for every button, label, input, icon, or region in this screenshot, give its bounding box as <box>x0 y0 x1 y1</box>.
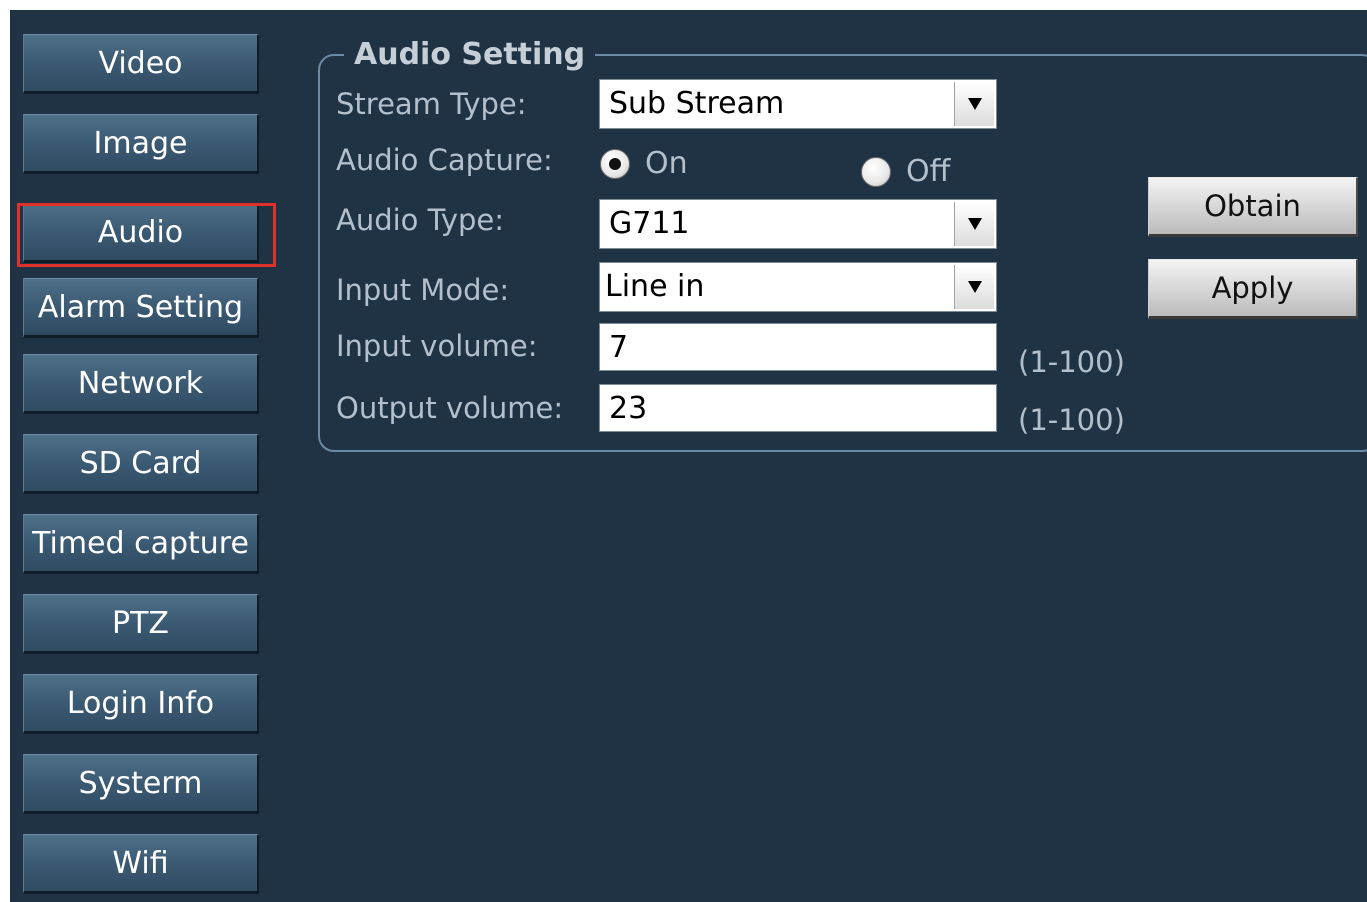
output-volume-label: Output volume: <box>336 391 564 425</box>
sidebar-item-label: Image <box>93 125 188 161</box>
triangle-down-icon[interactable] <box>954 202 994 246</box>
audio-capture-on-label: On <box>645 146 688 181</box>
stream-type-value: Sub Stream <box>609 86 785 121</box>
sidebar-item-login-info[interactable]: Login Info <box>23 674 259 734</box>
input-volume-field[interactable] <box>599 323 997 371</box>
sidebar-item-ptz[interactable]: PTZ <box>23 594 259 654</box>
sidebar-item-timed-capture[interactable]: Timed capture <box>23 514 259 574</box>
triangle-down-icon[interactable] <box>954 265 994 309</box>
audio-capture-off-radio[interactable]: Off <box>861 154 950 190</box>
output-volume-range: (1-100) <box>1018 403 1125 437</box>
sidebar-item-video[interactable]: Video <box>23 34 259 94</box>
audio-type-label: Audio Type: <box>336 203 505 237</box>
sidebar-item-audio[interactable]: Audio <box>23 203 259 263</box>
sidebar-item-label: Audio <box>97 214 184 250</box>
audio-capture-on-radio[interactable]: On <box>600 146 688 182</box>
sidebar-item-label: Video <box>98 45 183 81</box>
sidebar-item-label: Systerm <box>78 765 203 801</box>
sidebar-item-systerm[interactable]: Systerm <box>23 754 259 814</box>
sidebar-item-image[interactable]: Image <box>23 114 259 174</box>
input-volume-range: (1-100) <box>1018 345 1125 379</box>
input-mode-label: Input Mode: <box>336 273 510 307</box>
sidebar-item-sd-card[interactable]: SD Card <box>23 434 259 494</box>
input-mode-select[interactable]: Line in <box>599 262 997 312</box>
input-volume-label: Input volume: <box>336 329 538 363</box>
sidebar-item-label: Timed capture <box>32 525 249 561</box>
stream-type-select[interactable]: Sub Stream <box>599 79 997 129</box>
obtain-button[interactable]: Obtain <box>1148 177 1358 237</box>
sidebar-item-network[interactable]: Network <box>23 354 259 414</box>
audio-capture-off-label: Off <box>906 154 951 189</box>
input-mode-value: Line in <box>605 269 705 304</box>
camera-settings-window: Video Image Audio Alarm Setting Network … <box>10 10 1367 902</box>
audio-capture-label: Audio Capture: <box>336 143 553 177</box>
sidebar-item-label: Alarm Setting <box>37 289 244 325</box>
sidebar-item-label: Wifi <box>112 845 169 881</box>
sidebar-item-label: Login Info <box>66 685 215 721</box>
sidebar-item-label: PTZ <box>112 605 169 641</box>
sidebar-item-label: SD Card <box>79 445 202 481</box>
audio-type-value: G711 <box>609 206 690 241</box>
radio-unchecked-icon <box>861 157 891 187</box>
sidebar-item-wifi[interactable]: Wifi <box>23 834 259 894</box>
sidebar-item-label: Network <box>77 365 204 401</box>
output-volume-field[interactable] <box>599 384 997 432</box>
panel-title: Audio Setting <box>344 36 596 74</box>
stream-type-label: Stream Type: <box>336 87 527 121</box>
apply-button[interactable]: Apply <box>1148 259 1358 319</box>
triangle-down-icon[interactable] <box>954 82 994 126</box>
audio-type-select[interactable]: G711 <box>599 199 997 249</box>
sidebar-item-alarm-setting[interactable]: Alarm Setting <box>23 278 259 338</box>
radio-checked-icon <box>600 149 630 179</box>
